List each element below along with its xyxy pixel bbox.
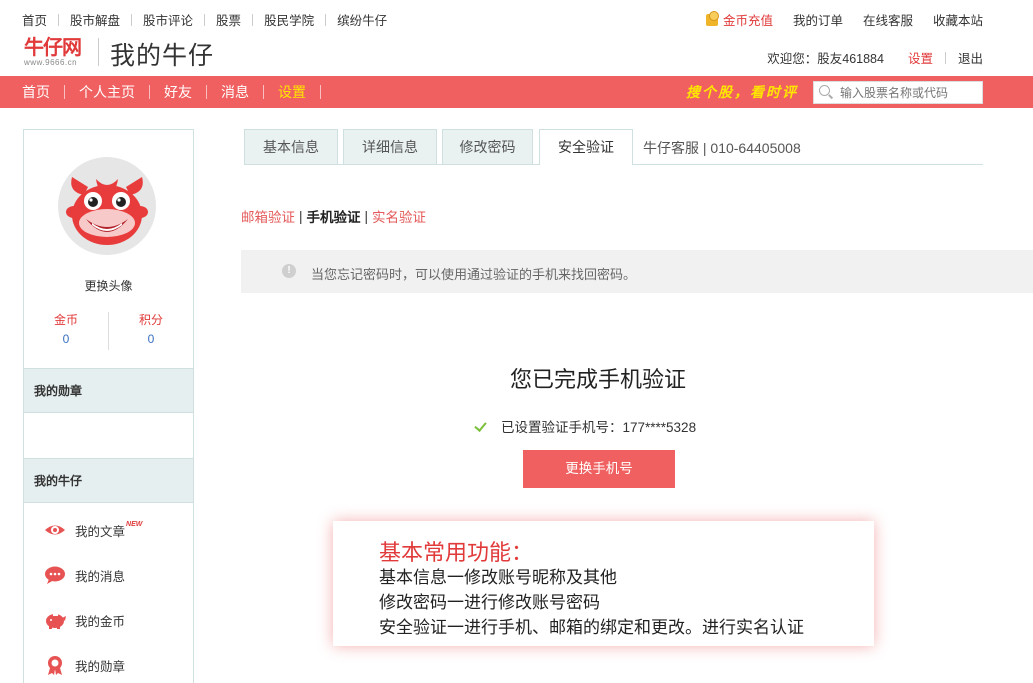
tab-change-password[interactable]: 修改密码 <box>442 129 533 164</box>
divider <box>204 13 206 26</box>
coin-icon <box>705 10 719 26</box>
top-link-academy[interactable]: 股民学院 <box>264 10 314 29</box>
stock-search-input[interactable] <box>840 82 980 103</box>
phone-verification-link[interactable]: 手机验证 <box>307 206 361 226</box>
user-area: 欢迎您：股友461884 设置 退出 <box>767 48 983 67</box>
divider <box>206 85 207 99</box>
points-label: 积分 <box>138 313 163 327</box>
top-link-market-comment[interactable]: 股市评论 <box>143 10 193 29</box>
coin-recharge-label: 金币充值 <box>722 14 773 28</box>
callout-line: 修改密码一进行修改账号密码 <box>379 593 600 613</box>
realname-verification-link[interactable]: 实名验证 <box>372 206 426 226</box>
profile-sidebar: 更换头像 金币 0 积分 0 我的勋章 我的牛仔 我的文章 NEW 我的消息 我… <box>23 129 194 683</box>
email-verification-link[interactable]: 邮箱验证 <box>241 206 295 226</box>
account-stats: 金币 0 积分 0 <box>24 312 193 352</box>
tab-detail-info[interactable]: 详细信息 <box>343 129 437 164</box>
divider <box>944 51 946 64</box>
verification-complete-title: 您已完成手机验证 <box>509 367 686 392</box>
new-badge: NEW <box>126 520 143 528</box>
stock-search-box <box>813 81 983 104</box>
top-right-links: 金币充值 我的订单 在线客服 收藏本站 <box>705 10 983 29</box>
divider <box>98 38 99 66</box>
medal-icon <box>44 655 66 675</box>
logo-text: 牛仔网 <box>24 35 82 59</box>
logo-mark: 牛仔网 <box>24 36 92 58</box>
eye-icon <box>44 520 66 540</box>
logout-link[interactable]: 退出 <box>958 48 983 67</box>
divider: | <box>299 208 303 224</box>
coin-recharge-link[interactable]: 金币充值 <box>705 10 773 29</box>
nav-item-messages[interactable]: 消息 <box>221 82 249 102</box>
menu-my-coins[interactable]: 我的金币 <box>24 598 193 642</box>
welcome-text: 欢迎您：股友461884 <box>767 52 884 66</box>
callout-line: 安全验证一进行手机、邮箱的绑定和更改。进行实名认证 <box>379 618 804 638</box>
info-notice: ! 当您忘记密码时，可以使用通过验证的手机来找回密码。 <box>241 250 1033 293</box>
verified-phone-line: 已设置验证手机号：177****5328 <box>475 416 696 436</box>
online-service-link[interactable]: 在线客服 <box>863 10 913 29</box>
info-icon: ! <box>282 264 296 278</box>
chat-bubble-icon <box>44 565 66 585</box>
cow-mascot-icon <box>66 177 148 245</box>
divider <box>58 13 60 26</box>
top-utility-bar: 首页 股市解盘 股市评论 股票 股民学院 缤纷牛仔 金币充值 我的订单 在线客服… <box>0 0 1033 34</box>
my-medals-heading: 我的勋章 <box>24 368 193 413</box>
settings-tabs: 基本信息 详细信息 修改密码 安全验证 牛仔客服 | 010-64405008 <box>244 129 983 165</box>
check-icon <box>475 419 489 433</box>
page-title: 我的牛仔 <box>110 42 215 70</box>
main-nav: 首页 个人主页 好友 消息 设置 搜个股，看时评 <box>0 76 1033 108</box>
settings-link[interactable]: 设置 <box>908 48 933 67</box>
verified-phone-text: 已设置验证手机号：177****5328 <box>501 420 697 435</box>
menu-label: 我的金币 <box>75 614 126 629</box>
feature-callout: 基本常用功能： 基本信息一修改账号昵称及其他 修改密码一进行修改账号密码 安全验… <box>333 521 874 646</box>
header: 牛仔网 www.9666.cn 我的牛仔 欢迎您：股友461884 设置 退出 <box>0 34 1033 76</box>
divider <box>131 13 133 26</box>
coins-stat[interactable]: 金币 0 <box>24 312 108 350</box>
menu-label: 我的勋章 <box>75 659 126 674</box>
nav-item-home[interactable]: 首页 <box>22 82 50 102</box>
bookmark-link[interactable]: 收藏本站 <box>933 10 983 29</box>
menu-my-messages[interactable]: 我的消息 <box>24 553 193 597</box>
menu-my-articles[interactable]: 我的文章 NEW <box>24 508 193 552</box>
nav-slogan: 搜个股，看时评 <box>686 85 798 101</box>
nav-items: 首页 个人主页 好友 消息 设置 <box>22 76 335 108</box>
piggy-bank-icon <box>44 610 66 630</box>
my-niuzai-heading: 我的牛仔 <box>24 458 193 503</box>
site-logo[interactable]: 牛仔网 www.9666.cn <box>24 36 92 70</box>
nav-item-friends[interactable]: 好友 <box>164 82 192 102</box>
points-stat[interactable]: 积分 0 <box>109 312 193 350</box>
change-phone-button[interactable]: 更换手机号 <box>523 450 675 488</box>
divider: | <box>364 208 369 224</box>
nav-item-profile[interactable]: 个人主页 <box>79 82 135 102</box>
tab-basic-info[interactable]: 基本信息 <box>244 129 338 164</box>
avatar[interactable] <box>58 157 156 255</box>
divider <box>252 13 254 26</box>
callout-line: 基本信息一修改账号昵称及其他 <box>379 568 617 588</box>
top-link-colorful-niuzai[interactable]: 缤纷牛仔 <box>337 10 387 29</box>
menu-label: 我的消息 <box>75 569 126 584</box>
coins-value: 0 <box>62 332 70 346</box>
menu-label: 我的文章 <box>75 524 126 539</box>
search-icon[interactable] <box>819 85 834 100</box>
divider <box>263 85 264 99</box>
divider <box>64 85 65 99</box>
logo-url: www.9666.cn <box>24 58 78 67</box>
top-links: 首页 股市解盘 股市评论 股票 股民学院 缤纷牛仔 <box>22 10 387 29</box>
top-link-stocks[interactable]: 股票 <box>216 10 241 29</box>
menu-my-medals[interactable]: 我的勋章 <box>24 643 193 683</box>
top-link-home[interactable]: 首页 <box>22 10 47 29</box>
divider <box>325 13 327 26</box>
change-avatar-link[interactable]: 更换头像 <box>24 277 193 294</box>
my-orders-link[interactable]: 我的订单 <box>793 10 843 29</box>
coins-label: 金币 <box>53 313 78 327</box>
verification-subnav: 邮箱验证 | 手机验证 | 实名验证 <box>241 206 426 226</box>
divider <box>320 85 321 99</box>
top-link-market-analysis[interactable]: 股市解盘 <box>70 10 120 29</box>
service-phone: 牛仔客服 | 010-64405008 <box>643 140 801 156</box>
nav-item-settings[interactable]: 设置 <box>278 82 306 102</box>
points-value: 0 <box>147 332 155 346</box>
tab-security-verification[interactable]: 安全验证 <box>539 129 633 165</box>
divider <box>149 85 150 99</box>
notice-text: 当您忘记密码时，可以使用通过验证的手机来找回密码。 <box>311 267 637 282</box>
